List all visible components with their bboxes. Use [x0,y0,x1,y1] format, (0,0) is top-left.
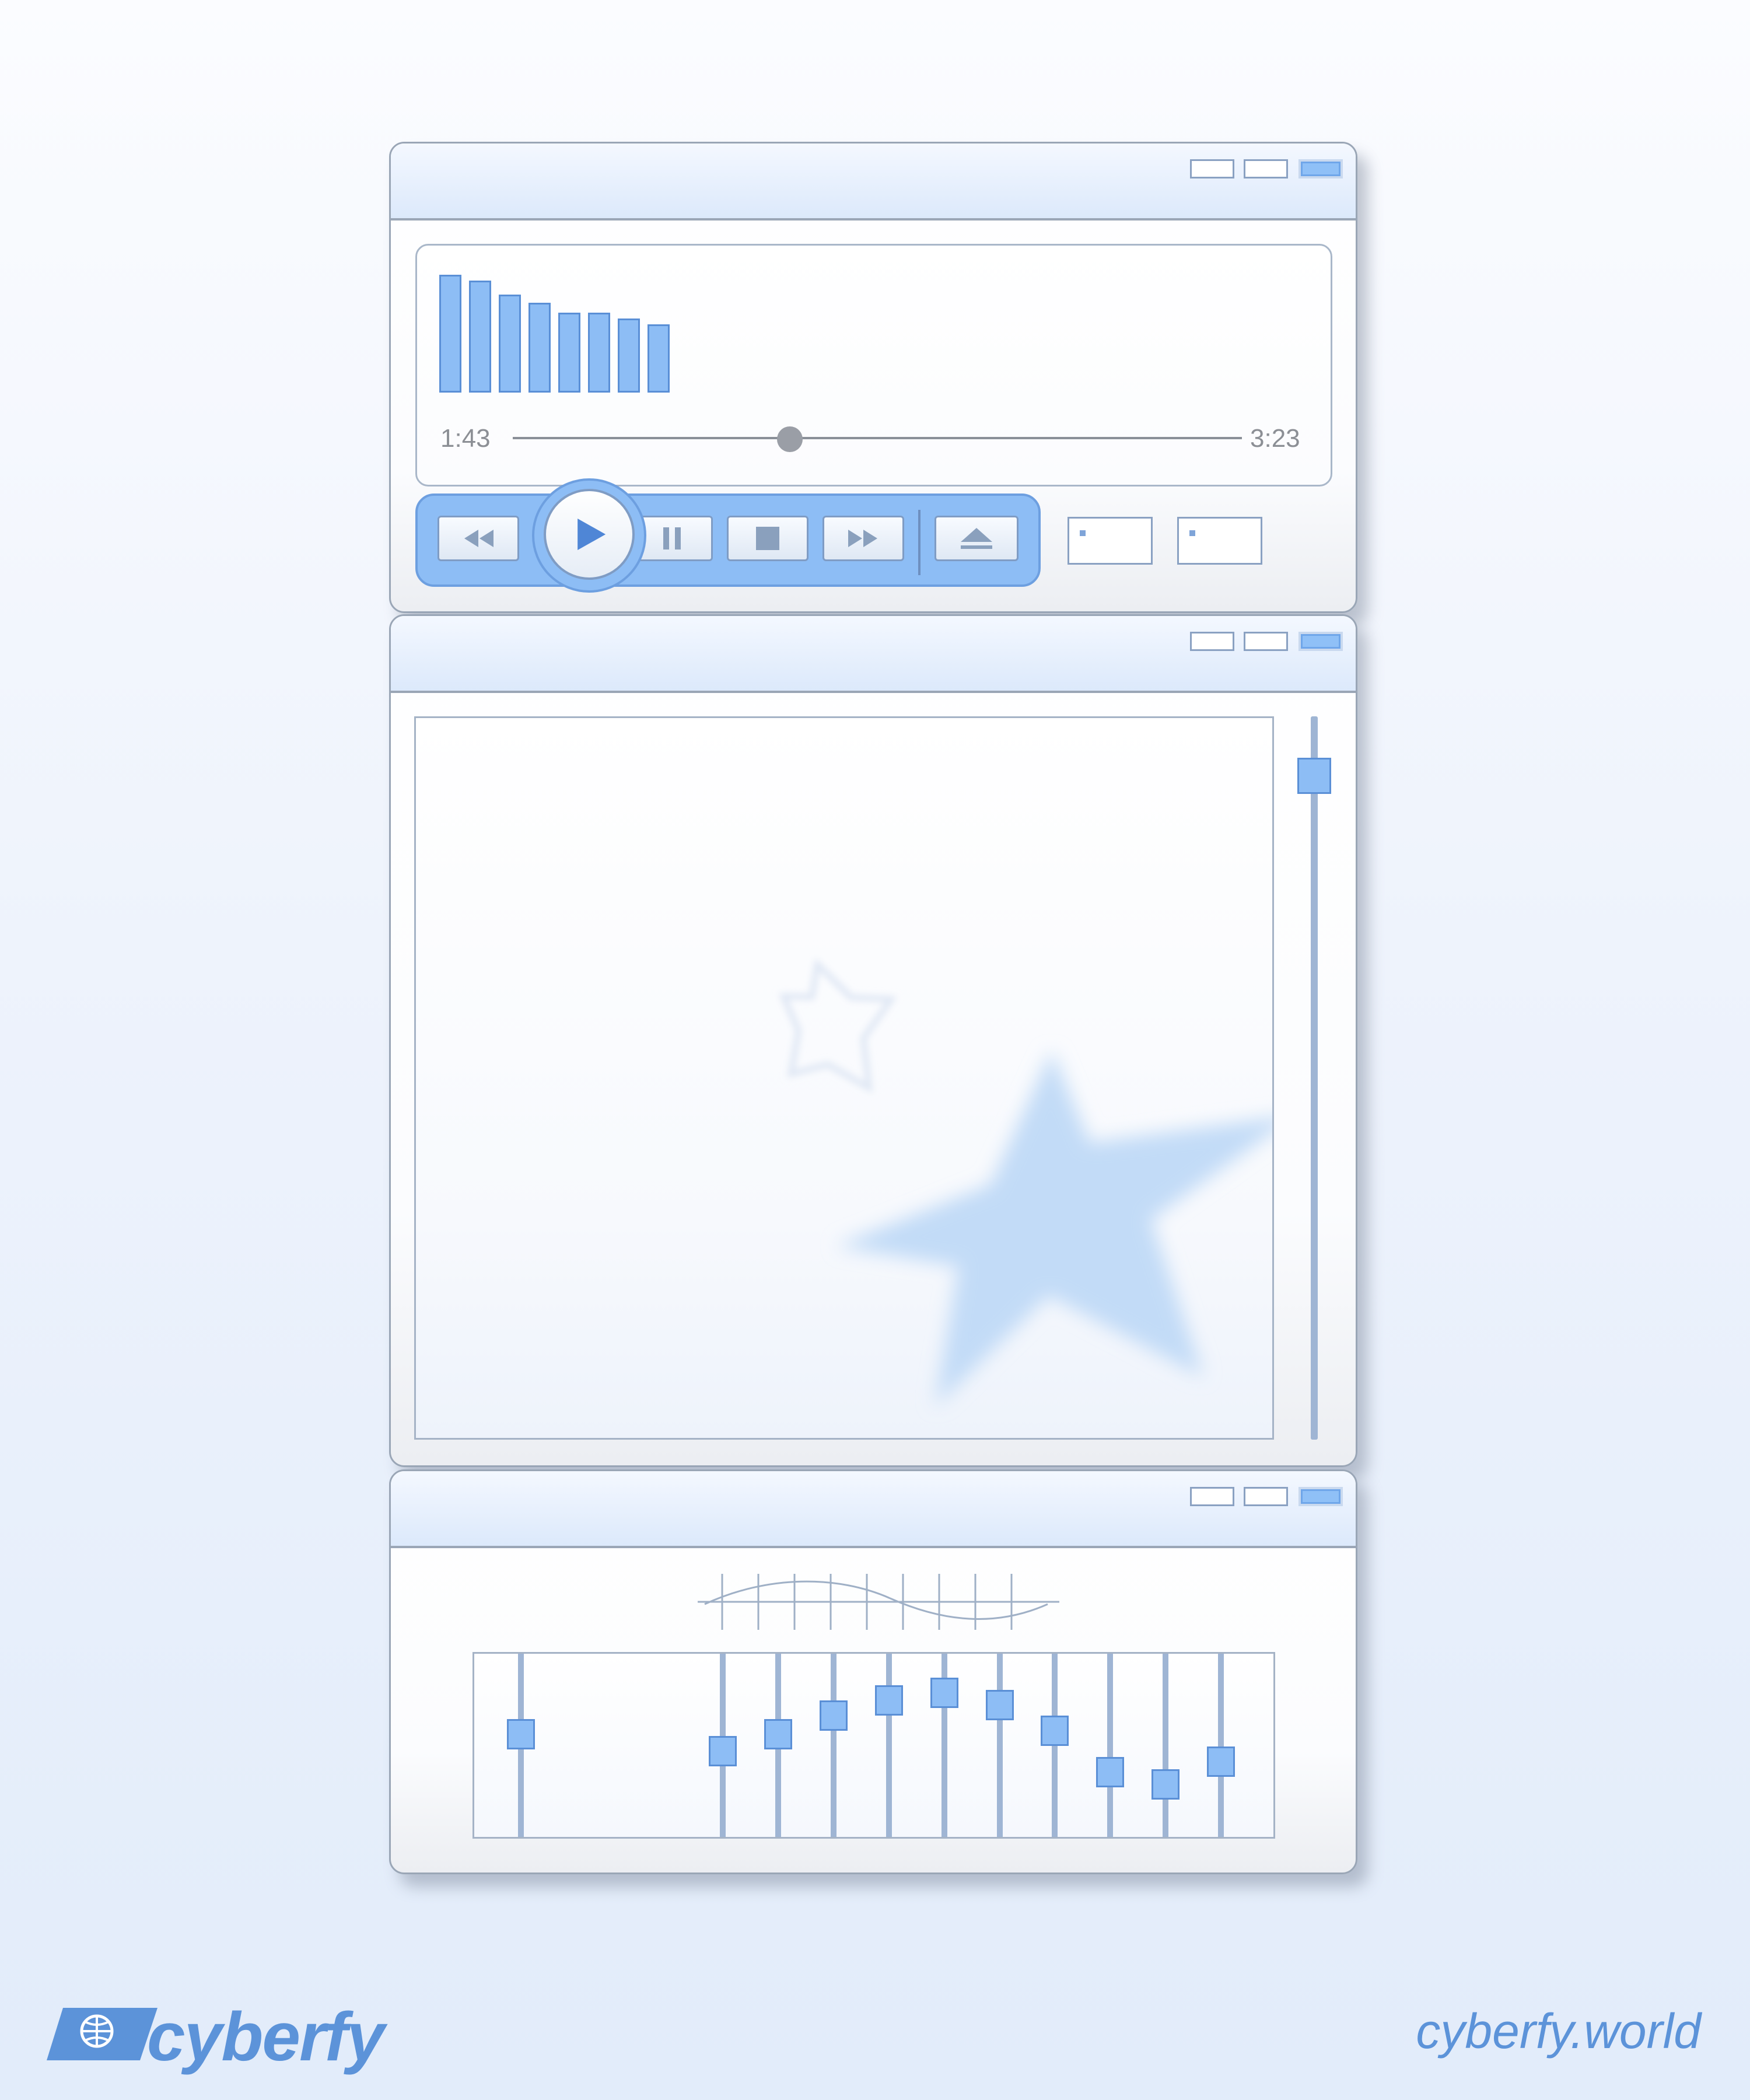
eq-slider-handle[interactable] [875,1685,903,1716]
indicator-dot [1080,530,1086,536]
close-button[interactable] [1298,159,1343,178]
eq-slider-handle[interactable] [709,1736,737,1766]
eq-slider-handle[interactable] [930,1678,958,1708]
indicator-dot [1189,530,1195,536]
transport-controls [415,478,1041,593]
pause-icon [663,527,681,550]
spectrum-bar [648,324,670,393]
eq-slider-track[interactable] [886,1654,892,1837]
video-window [389,614,1357,1467]
option-box-1[interactable] [1068,517,1153,565]
eq-slider-handle[interactable] [820,1700,848,1731]
eq-curve-preview [698,1574,1059,1630]
maximize-button[interactable] [1244,1487,1288,1506]
minimize-button[interactable] [1190,159,1234,178]
brand-logo: cyberfy [47,1995,420,2077]
eq-slider-track[interactable] [1107,1654,1113,1837]
rewind-button[interactable] [438,516,519,561]
spectrum-bar [499,295,521,393]
eject-icon [961,528,992,549]
stop-button[interactable] [727,516,808,561]
play-icon [578,519,606,550]
eq-slider-track[interactable] [831,1654,836,1837]
rewind-icon [464,530,494,547]
equalizer-titlebar[interactable] [391,1471,1356,1548]
eq-slider-track[interactable] [1163,1654,1168,1837]
eq-slider-handle[interactable] [1207,1746,1235,1777]
eq-slider-handle[interactable] [764,1719,792,1749]
website-link[interactable]: cyberfy.world [1416,2003,1701,2060]
spectrum-bar [439,275,461,393]
eq-slider-handle[interactable] [986,1690,1014,1720]
eq-slider-handle[interactable] [1152,1769,1180,1800]
eject-button[interactable] [935,516,1019,561]
player-window: 1:43 3:23 [389,142,1357,613]
eq-slider-handle[interactable] [1041,1716,1069,1746]
eq-slider-track[interactable] [997,1654,1003,1837]
option-box-2[interactable] [1177,517,1262,565]
eq-slider-track[interactable] [1218,1654,1224,1837]
fast-forward-button[interactable] [822,516,904,561]
player-titlebar[interactable] [391,144,1356,220]
volume-handle[interactable] [1297,757,1331,794]
close-button[interactable] [1298,1487,1343,1506]
total-time: 3:23 [1250,424,1300,453]
spectrum-bar [588,313,610,393]
brand-wordmark: cyberfy [147,1999,385,2076]
equalizer-window [389,1469,1357,1874]
logo-mark-icon [47,2008,158,2060]
eq-slider-handle[interactable] [507,1719,535,1749]
spectrum-bar [558,313,580,393]
spectrum-bar [469,281,491,393]
outline-star-icon [779,958,897,1094]
play-button[interactable] [544,489,635,580]
transport-divider [918,510,921,575]
spectrum-bar [528,303,551,393]
stop-icon [756,527,779,550]
maximize-button[interactable] [1244,159,1288,178]
volume-track[interactable] [1311,716,1318,1440]
filled-star-icon [836,1051,1272,1406]
minimize-button[interactable] [1190,632,1234,651]
maximize-button[interactable] [1244,632,1288,651]
elapsed-time: 1:43 [440,424,491,453]
spectrum-bar [618,318,640,393]
equalizer-sliders [473,1652,1275,1839]
fast-forward-icon [848,530,877,547]
seek-bar[interactable] [513,437,1242,439]
player-display: 1:43 3:23 [415,244,1332,487]
star-decoration [779,958,1272,1406]
eq-slider-handle[interactable] [1096,1757,1124,1787]
video-titlebar[interactable] [391,616,1356,693]
minimize-button[interactable] [1190,1487,1234,1506]
video-screen[interactable] [414,716,1274,1440]
close-button[interactable] [1298,632,1343,651]
seek-handle[interactable] [777,426,803,452]
